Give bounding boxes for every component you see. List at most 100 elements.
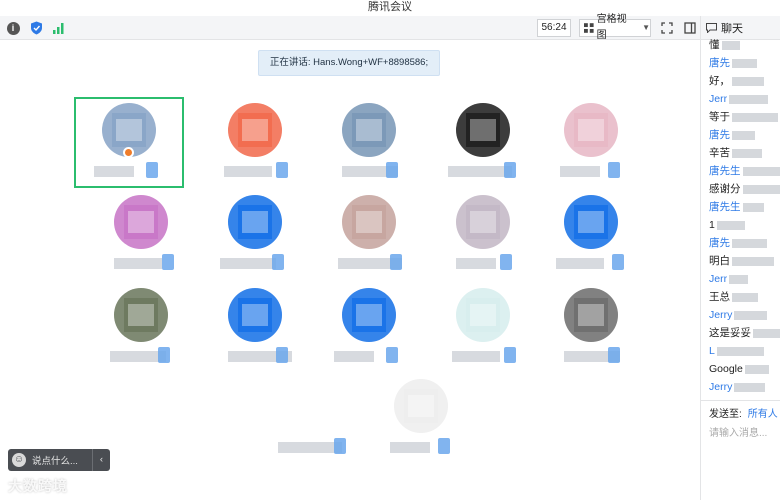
participant-name-blurred <box>278 442 342 453</box>
chat-title: 聊天 <box>721 22 743 35</box>
chat-line-text: L <box>709 345 715 357</box>
microphone-icon <box>500 254 512 270</box>
chat-sender-name: 唐先 <box>709 126 780 144</box>
blurred-text <box>742 166 780 176</box>
meeting-toolbar: i 56:24 宫格视图 ▼ <box>0 14 700 41</box>
blurred-text <box>732 256 774 266</box>
chat-sender-name: Jerry <box>709 306 780 324</box>
participant-tile[interactable] <box>200 285 310 375</box>
participant-tile[interactable] <box>536 192 646 282</box>
participant-tile[interactable] <box>86 192 196 282</box>
chat-input[interactable]: 请输入消息... <box>709 424 767 439</box>
chat-icon <box>706 22 717 33</box>
chat-line-text: 感谢分 <box>709 183 741 195</box>
participant-name-blurred <box>452 351 500 362</box>
meeting-timer: 56:24 <box>537 19 571 37</box>
chat-line-text: 等于 <box>709 111 730 123</box>
blurred-text <box>716 346 764 356</box>
chat-message: 好， <box>709 72 780 90</box>
microphone-icon <box>504 162 516 178</box>
chat-line-text: Jerry <box>709 309 733 321</box>
chat-line-text: 唐先生 <box>709 165 741 177</box>
view-mode-button[interactable]: 宫格视图 ▼ <box>579 14 651 41</box>
chat-line-text: 唐先生 <box>709 201 741 213</box>
chat-line-text: 王总 <box>709 291 730 303</box>
chat-sender-name: Jerr <box>709 90 780 108</box>
avatar <box>228 103 282 157</box>
microphone-icon <box>276 162 288 178</box>
avatar <box>114 288 168 342</box>
active-speaker-highlight <box>74 97 184 188</box>
sidebar-toggle-icon[interactable] <box>682 20 698 36</box>
avatar <box>456 288 510 342</box>
participant-tile[interactable] <box>536 285 646 375</box>
blurred-text <box>729 274 749 284</box>
chat-sender-name: 唐先 <box>709 234 780 252</box>
chat-sender-name: Jerr <box>709 270 780 288</box>
participant-name-blurred <box>224 166 272 177</box>
shield-icon[interactable] <box>28 20 44 36</box>
send-to-target[interactable]: 所有人 <box>748 409 778 420</box>
participant-tile[interactable] <box>200 192 310 282</box>
chat-line-text: 唐先 <box>709 129 730 141</box>
chat-line-text: 辛苦 <box>709 147 730 159</box>
participant-tile[interactable] <box>366 376 476 466</box>
microphone-icon <box>386 162 398 178</box>
blurred-text <box>732 130 755 140</box>
microphone-icon <box>608 162 620 178</box>
chat-line-text: 1 <box>709 219 715 231</box>
participant-tile[interactable] <box>536 100 646 190</box>
blurred-text <box>734 382 766 392</box>
microphone-icon <box>386 347 398 363</box>
microphone-icon <box>390 254 402 270</box>
smile-icon[interactable]: ☺ <box>12 453 26 467</box>
active-speaker-banner: 正在讲话: Hans.Wong+WF+8898586; <box>258 50 440 76</box>
blurred-text <box>716 220 745 230</box>
avatar <box>456 103 510 157</box>
blurred-text <box>732 148 762 158</box>
avatar <box>394 379 448 433</box>
avatar <box>456 195 510 249</box>
avatar <box>342 288 396 342</box>
blurred-text <box>729 94 769 104</box>
participant-tile[interactable] <box>200 100 310 190</box>
blurred-text <box>744 364 769 374</box>
chat-message: 等于 <box>709 108 780 126</box>
microphone-icon <box>438 438 450 454</box>
participant-tile[interactable] <box>314 192 424 282</box>
chat-divider <box>701 400 780 401</box>
chat-sender-name: L <box>709 342 780 360</box>
participant-tile[interactable] <box>86 285 196 375</box>
chevron-down-icon: ▼ <box>642 23 650 32</box>
chat-line-text: 这是妥妥 <box>709 327 751 339</box>
blurred-text <box>734 310 768 320</box>
grid-view-icon <box>584 23 594 33</box>
participant-name-blurred <box>456 258 496 269</box>
participant-tile[interactable] <box>428 285 538 375</box>
blurred-text <box>732 292 758 302</box>
chat-message-list[interactable]: 懂唐先 好， Jerr 等于 唐先 辛苦 唐先生 感谢分 唐先生 1 唐先 明白 Jerr 王总 Jerry… <box>709 36 780 396</box>
chat-message: 辛苦 <box>709 144 780 162</box>
signal-icon[interactable] <box>51 20 67 36</box>
participant-tile[interactable] <box>428 100 538 190</box>
participant-tile[interactable] <box>428 192 538 282</box>
speaking-indicator-icon <box>123 147 134 158</box>
avatar <box>114 195 168 249</box>
blurred-text <box>732 76 764 86</box>
avatar <box>286 379 340 433</box>
blurred-text <box>742 202 764 212</box>
chat-line-text: 唐先 <box>709 237 730 249</box>
chat-message: 明白 <box>709 252 780 270</box>
participant-tile[interactable] <box>258 376 368 466</box>
chevron-left-icon[interactable]: ‹ <box>92 449 110 471</box>
microphone-icon <box>504 347 516 363</box>
participant-name-blurred <box>448 166 512 177</box>
participant-tile[interactable] <box>314 100 424 190</box>
fullscreen-icon[interactable] <box>659 20 675 36</box>
chat-line-text: 明白 <box>709 255 730 267</box>
quick-message-box[interactable]: ☺ 说点什么... ‹ <box>8 449 110 471</box>
view-mode-label: 宫格视图 <box>596 14 627 41</box>
info-icon[interactable]: i <box>5 20 21 36</box>
participant-tile[interactable] <box>314 285 424 375</box>
chat-line-text: Jerr <box>709 93 728 105</box>
